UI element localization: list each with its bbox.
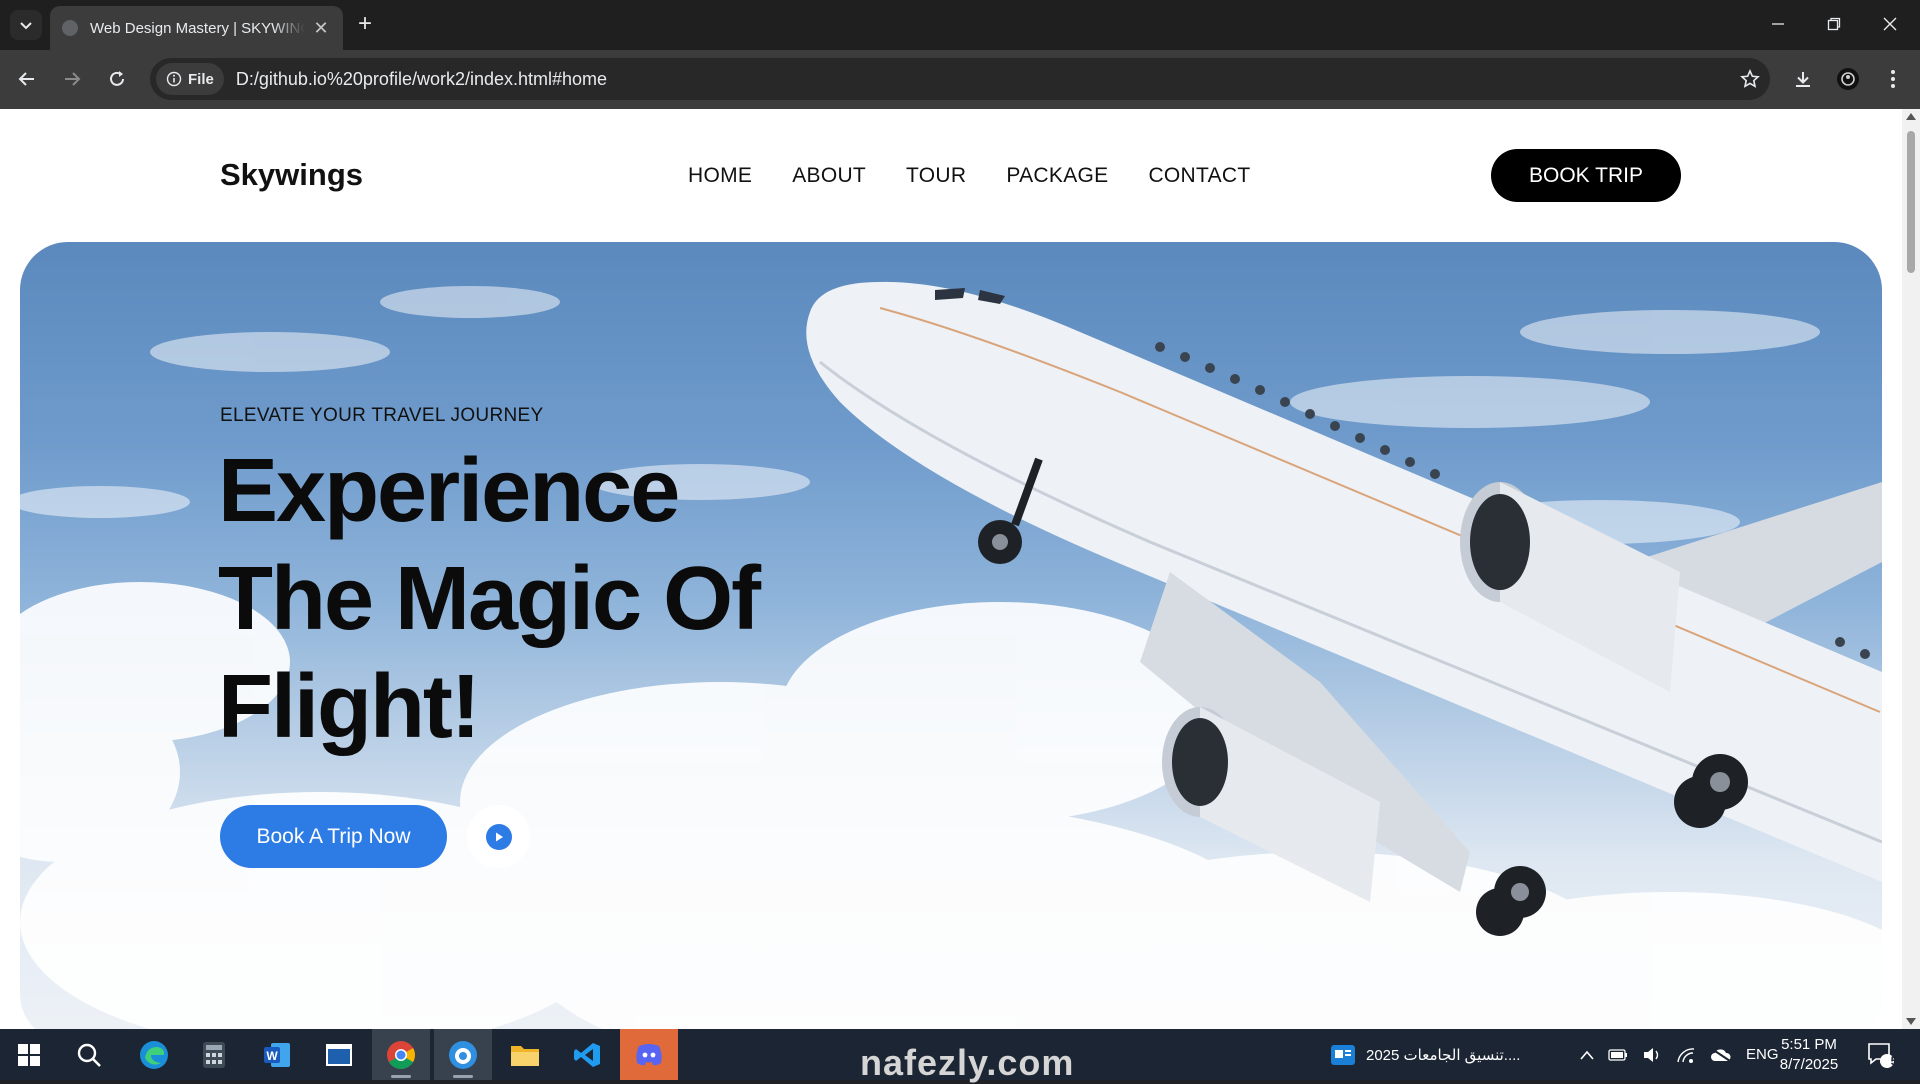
avatar-icon xyxy=(1837,68,1859,90)
site-info-chip[interactable]: File xyxy=(156,63,224,95)
hero-section: ELEVATE YOUR TRAVEL JOURNEY Experience T… xyxy=(20,242,1882,1029)
new-tab-button[interactable]: + xyxy=(352,12,378,38)
arrow-right-icon xyxy=(65,72,81,86)
minimize-button[interactable] xyxy=(1750,0,1806,48)
book-trip-button[interactable]: BOOK TRIP xyxy=(1491,149,1681,202)
reload-button[interactable] xyxy=(102,64,132,94)
wifi-icon[interactable] xyxy=(1676,1047,1696,1063)
running-indicator xyxy=(453,1075,473,1078)
clock[interactable]: 5:51 PM 8/7/2025 xyxy=(1777,1035,1841,1075)
start-icon xyxy=(18,1043,40,1066)
notifications-button[interactable]: 5 xyxy=(1852,1029,1910,1080)
arrow-left-icon xyxy=(18,72,34,86)
browser-tab[interactable]: Web Design Mastery | SKYWINGS ✕ xyxy=(50,6,343,50)
close-window-button[interactable] xyxy=(1862,0,1918,48)
edge-icon xyxy=(140,1040,168,1069)
svg-text:W: W xyxy=(266,1049,278,1063)
taskbar-word[interactable]: W xyxy=(248,1029,306,1080)
notification-text: تنسيق الجامعات 2025.... xyxy=(1366,1046,1521,1064)
star-icon xyxy=(1740,69,1760,88)
play-icon xyxy=(485,823,512,850)
hero-headline-line: Experience xyxy=(218,441,680,541)
site-info-label: File xyxy=(188,70,214,88)
tab-title: Web Design Mastery | SKYWINGS xyxy=(90,19,305,37)
taskbar-vscode[interactable] xyxy=(558,1029,616,1080)
system-tray: ENG xyxy=(1580,1029,1779,1080)
search-icon xyxy=(77,1043,101,1067)
menu-button[interactable] xyxy=(1878,64,1908,94)
chevron-up-icon[interactable] xyxy=(1580,1050,1594,1060)
restore-button[interactable] xyxy=(1806,0,1862,48)
vscode-icon xyxy=(574,1042,600,1067)
more-vert-icon xyxy=(1891,70,1895,88)
taskbar-search[interactable] xyxy=(60,1029,118,1080)
close-icon xyxy=(1883,17,1897,31)
url-text[interactable]: D:/github.io%20profile/work2/index.html#… xyxy=(236,69,1730,90)
nav-about[interactable]: ABOUT xyxy=(792,164,866,188)
chevron-down-icon xyxy=(20,22,32,30)
hero-eyebrow: ELEVATE YOUR TRAVEL JOURNEY xyxy=(220,405,544,426)
minimize-icon xyxy=(1772,23,1784,25)
calculator-icon xyxy=(203,1041,225,1068)
bookmark-button[interactable] xyxy=(1730,69,1770,89)
start-button[interactable] xyxy=(0,1029,58,1080)
book-a-trip-now-button[interactable]: Book A Trip Now xyxy=(220,805,447,868)
nav-tour[interactable]: TOUR xyxy=(906,164,966,188)
watermark-text: nafezly.com xyxy=(860,1042,1075,1083)
restore-icon xyxy=(1827,17,1841,31)
volume-icon[interactable] xyxy=(1642,1047,1662,1063)
news-icon xyxy=(1331,1044,1355,1065)
taskbar-app[interactable] xyxy=(434,1029,492,1080)
hero-headline-line: Flight! xyxy=(218,657,481,757)
scrollbar-thumb[interactable] xyxy=(1907,131,1915,273)
word-icon: W xyxy=(264,1042,290,1067)
notification-count: 5 xyxy=(1890,1054,1898,1068)
discord-icon xyxy=(636,1043,662,1065)
hero-headline: Experience The Magic Of Flight! xyxy=(218,437,918,761)
scroll-down-icon[interactable] xyxy=(1906,1018,1916,1025)
hero-headline-line: The Magic Of xyxy=(218,549,761,649)
taskbar-chrome[interactable] xyxy=(372,1029,430,1080)
main-nav: HOME ABOUT TOUR PACKAGE CONTACT xyxy=(688,164,1251,188)
taskbar-discord[interactable] xyxy=(620,1029,678,1080)
onedrive-icon[interactable] xyxy=(1710,1047,1732,1062)
reload-icon xyxy=(110,71,124,86)
play-video-button[interactable] xyxy=(467,805,530,868)
back-button[interactable] xyxy=(12,64,42,94)
clock-time: 5:51 PM xyxy=(1781,1036,1837,1053)
app-icon xyxy=(449,1040,477,1069)
scroll-up-icon[interactable] xyxy=(1906,113,1916,120)
window-icon xyxy=(326,1043,352,1066)
tab-search-button[interactable] xyxy=(10,10,42,40)
site-header: Skywings HOME ABOUT TOUR PACKAGE CONTACT… xyxy=(0,109,1900,239)
address-bar[interactable]: File D:/github.io%20profile/work2/index.… xyxy=(150,58,1770,100)
nav-package[interactable]: PACKAGE xyxy=(1006,164,1108,188)
chrome-icon xyxy=(387,1040,415,1069)
forward-button[interactable] xyxy=(57,64,87,94)
language-indicator[interactable]: ENG xyxy=(1746,1046,1779,1063)
close-tab-icon[interactable]: ✕ xyxy=(311,18,331,39)
taskbar-file-explorer[interactable] xyxy=(496,1029,554,1080)
clock-date: 8/7/2025 xyxy=(1779,1056,1839,1073)
battery-icon[interactable] xyxy=(1608,1048,1628,1061)
info-icon xyxy=(166,71,182,87)
nav-contact[interactable]: CONTACT xyxy=(1148,164,1250,188)
taskbar-window[interactable] xyxy=(310,1029,368,1080)
globe-icon xyxy=(62,20,78,36)
vertical-scrollbar[interactable] xyxy=(1902,109,1920,1029)
taskbar-calculator[interactable] xyxy=(185,1029,243,1080)
profile-button[interactable] xyxy=(1833,64,1863,94)
downloads-button[interactable] xyxy=(1788,64,1818,94)
download-icon xyxy=(1796,72,1810,87)
browser-tab-bar: Web Design Mastery | SKYWINGS ✕ + xyxy=(0,0,1920,50)
file-explorer-icon xyxy=(511,1045,539,1066)
taskbar-edge[interactable] xyxy=(125,1029,183,1080)
notification-widget[interactable]: تنسيق الجامعات 2025.... xyxy=(1330,1029,1520,1080)
site-logo[interactable]: Skywings xyxy=(220,157,363,193)
running-indicator xyxy=(391,1075,411,1078)
page-viewport: Skywings HOME ABOUT TOUR PACKAGE CONTACT… xyxy=(0,109,1920,1029)
nav-home[interactable]: HOME xyxy=(688,164,752,188)
